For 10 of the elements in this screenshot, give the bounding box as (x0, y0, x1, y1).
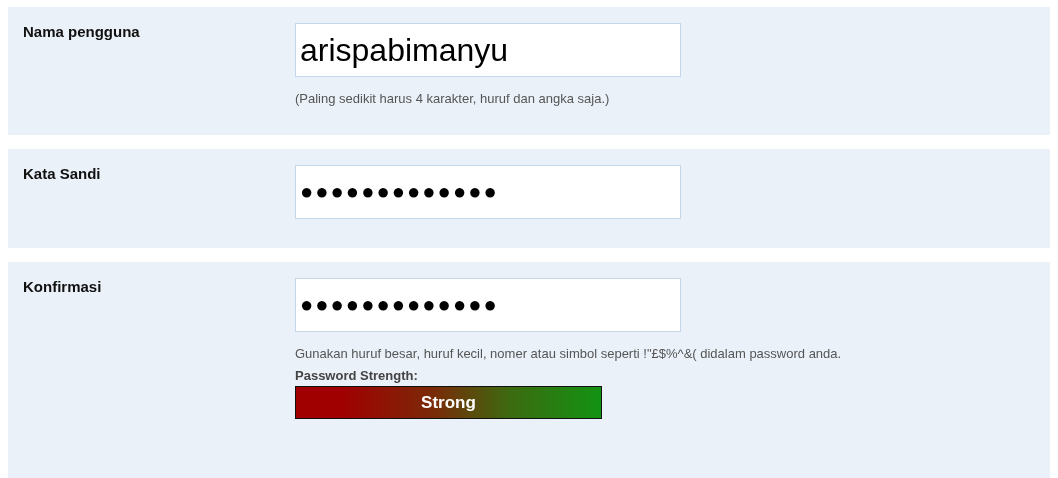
password-field[interactable]: ●●●●●●●●●●●●● (295, 278, 681, 332)
password-field[interactable]: ●●●●●●●●●●●●● (295, 165, 681, 219)
strength-label: Password Strength: (295, 368, 419, 383)
field-label: Nama pengguna (23, 23, 140, 40)
username-field[interactable]: arispabimanyu (295, 23, 681, 77)
hint-text: Gunakan huruf besar, huruf kecil, nomer atau simbol seperti !"£$%^&( didalam password anda. (295, 345, 843, 363)
strength-fill: Strong (296, 387, 601, 418)
field-label: Kata Sandi (23, 165, 101, 182)
hint-text: (Paling sedikit harus 4 karakter, huruf dan angka saja.) (295, 90, 611, 108)
field-label: Konfirmasi (23, 278, 102, 295)
